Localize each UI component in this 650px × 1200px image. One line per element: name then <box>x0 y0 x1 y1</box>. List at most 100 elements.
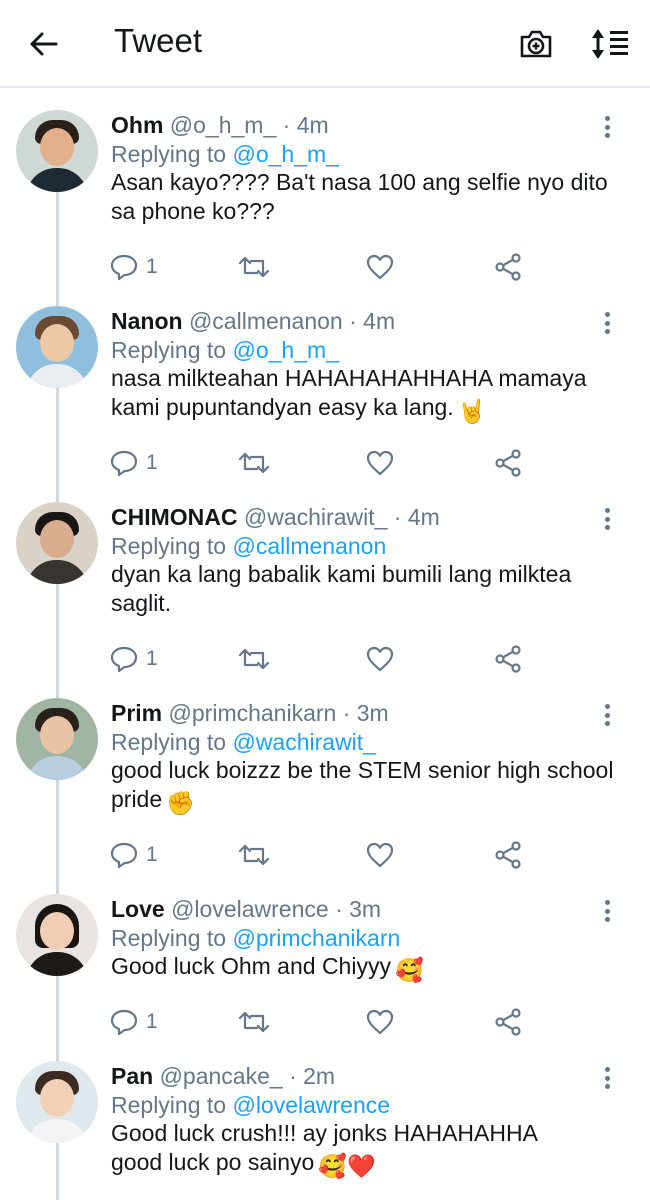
replying-to-label: Replying to <box>111 141 227 167</box>
retweet-button[interactable] <box>238 840 270 870</box>
avatar[interactable] <box>16 1061 98 1143</box>
replying-to-handle[interactable]: @o_h_m_ <box>232 141 338 167</box>
more-options-button[interactable] <box>596 506 618 532</box>
retweet-icon <box>238 844 270 866</box>
user-handle: @lovelawrence <box>171 896 329 922</box>
reply-button[interactable]: 1 <box>110 840 158 870</box>
like-icon <box>366 842 394 868</box>
share-icon <box>495 253 521 281</box>
share-button[interactable] <box>494 448 522 478</box>
retweet-icon <box>238 648 270 670</box>
user-handle: @o_h_m_ <box>169 112 277 138</box>
sort-button[interactable] <box>588 24 632 64</box>
camera-button[interactable] <box>514 24 558 64</box>
replying-to: Replying to @o_h_m_ <box>111 139 339 169</box>
retweet-button[interactable] <box>238 252 270 282</box>
display-name[interactable]: Nanon <box>111 308 183 334</box>
back-button[interactable] <box>24 24 64 64</box>
display-name[interactable]: Pan <box>111 1063 153 1089</box>
share-button[interactable] <box>494 644 522 674</box>
tweet-actions: 1 <box>0 252 650 282</box>
replying-to-handle[interactable]: @wachirawit_ <box>232 729 376 755</box>
reply-button[interactable]: 1 <box>110 252 158 282</box>
camera-plus-icon <box>520 30 552 58</box>
replying-to-handle[interactable]: @o_h_m_ <box>232 337 338 363</box>
avatar[interactable] <box>16 894 98 976</box>
share-button[interactable] <box>494 1007 522 1037</box>
user-handle: @pancake_ <box>159 1063 283 1089</box>
tweet-text: Good luck Ohm and Chiyyy 🥰 <box>111 952 621 985</box>
reply-button[interactable]: 1 <box>110 1007 158 1037</box>
replying-to-handle[interactable]: @callmenanon <box>232 533 386 559</box>
replying-to-label: Replying to <box>111 1092 227 1118</box>
replying-to-label: Replying to <box>111 337 227 363</box>
tweet-text: dyan ka lang babalik kami bumili lang mi… <box>111 560 621 618</box>
display-name[interactable]: CHIMONAC <box>111 504 238 530</box>
more-options-button[interactable] <box>596 702 618 728</box>
replying-to-handle[interactable]: @lovelawrence <box>232 1092 390 1118</box>
tweet-actions: 1 <box>0 1007 650 1037</box>
like-button[interactable] <box>366 448 394 478</box>
reply-count: 1 <box>146 451 158 474</box>
emoji: ✊ <box>166 790 195 816</box>
tweet-text: Good luck crush!!! ay jonks HAHAHAHHA go… <box>111 1119 581 1181</box>
timestamp: · 3m <box>342 700 389 726</box>
retweet-button[interactable] <box>238 448 270 478</box>
tweet-actions: 1 <box>0 448 650 478</box>
sort-list-icon <box>592 29 628 59</box>
replying-to-label: Replying to <box>111 533 227 559</box>
reply-count: 1 <box>146 647 158 670</box>
reply-icon <box>110 254 138 280</box>
reply-icon <box>110 646 138 672</box>
user-handle: @primchanikarn <box>168 700 337 726</box>
reply-count: 1 <box>146 255 158 278</box>
share-icon <box>495 1008 521 1036</box>
tweet-text: good luck boizzz be the STEM senior high… <box>111 756 621 818</box>
display-name[interactable]: Prim <box>111 700 162 726</box>
tweet-text: nasa milkteahan HAHAHAHAHHAHA mamaya kam… <box>111 364 621 426</box>
share-button[interactable] <box>494 252 522 282</box>
reply-icon <box>110 1009 138 1035</box>
tweet-text-body: Good luck Ohm and Chiyyy <box>111 953 391 979</box>
like-icon <box>366 646 394 672</box>
replying-to: Replying to @callmenanon <box>111 531 386 561</box>
timestamp: · 2m <box>289 1063 336 1089</box>
retweet-button[interactable] <box>238 644 270 674</box>
avatar[interactable] <box>16 502 98 584</box>
like-button[interactable] <box>366 1007 394 1037</box>
avatar[interactable] <box>16 698 98 780</box>
avatar[interactable] <box>16 110 98 192</box>
replying-to-label: Replying to <box>111 729 227 755</box>
share-button[interactable] <box>494 840 522 870</box>
reply-button[interactable]: 1 <box>110 448 158 478</box>
emoji: 🥰❤️ <box>318 1153 376 1179</box>
more-options-button[interactable] <box>596 1065 618 1091</box>
retweet-button[interactable] <box>238 1007 270 1037</box>
avatar[interactable] <box>16 306 98 388</box>
timestamp: · 4m <box>349 308 396 334</box>
reply-button[interactable]: 1 <box>110 644 158 674</box>
user-handle: @callmenanon <box>188 308 343 334</box>
retweet-icon <box>238 256 270 278</box>
replying-to: Replying to @wachirawit_ <box>111 727 376 757</box>
reply-icon <box>110 842 138 868</box>
replying-to: Replying to @primchanikarn <box>111 923 400 953</box>
more-options-button[interactable] <box>596 898 618 924</box>
more-options-button[interactable] <box>596 114 618 140</box>
arrow-left-icon <box>30 32 58 56</box>
display-name[interactable]: Ohm <box>111 112 163 138</box>
display-name[interactable]: Love <box>111 896 165 922</box>
share-icon <box>495 841 521 869</box>
like-icon <box>366 450 394 476</box>
like-button[interactable] <box>366 252 394 282</box>
reply-count: 1 <box>146 1010 158 1033</box>
like-button[interactable] <box>366 644 394 674</box>
more-options-button[interactable] <box>596 310 618 336</box>
like-button[interactable] <box>366 840 394 870</box>
tweet-actions: 1 <box>0 840 650 870</box>
tweet-text-body: Asan kayo???? Ba't nasa 100 ang selfie n… <box>111 169 608 224</box>
emoji: 🥰 <box>394 957 424 983</box>
replying-to: Replying to @o_h_m_ <box>111 335 339 365</box>
replying-to-handle[interactable]: @primchanikarn <box>232 925 400 951</box>
tweet-actions: 1 <box>0 644 650 674</box>
